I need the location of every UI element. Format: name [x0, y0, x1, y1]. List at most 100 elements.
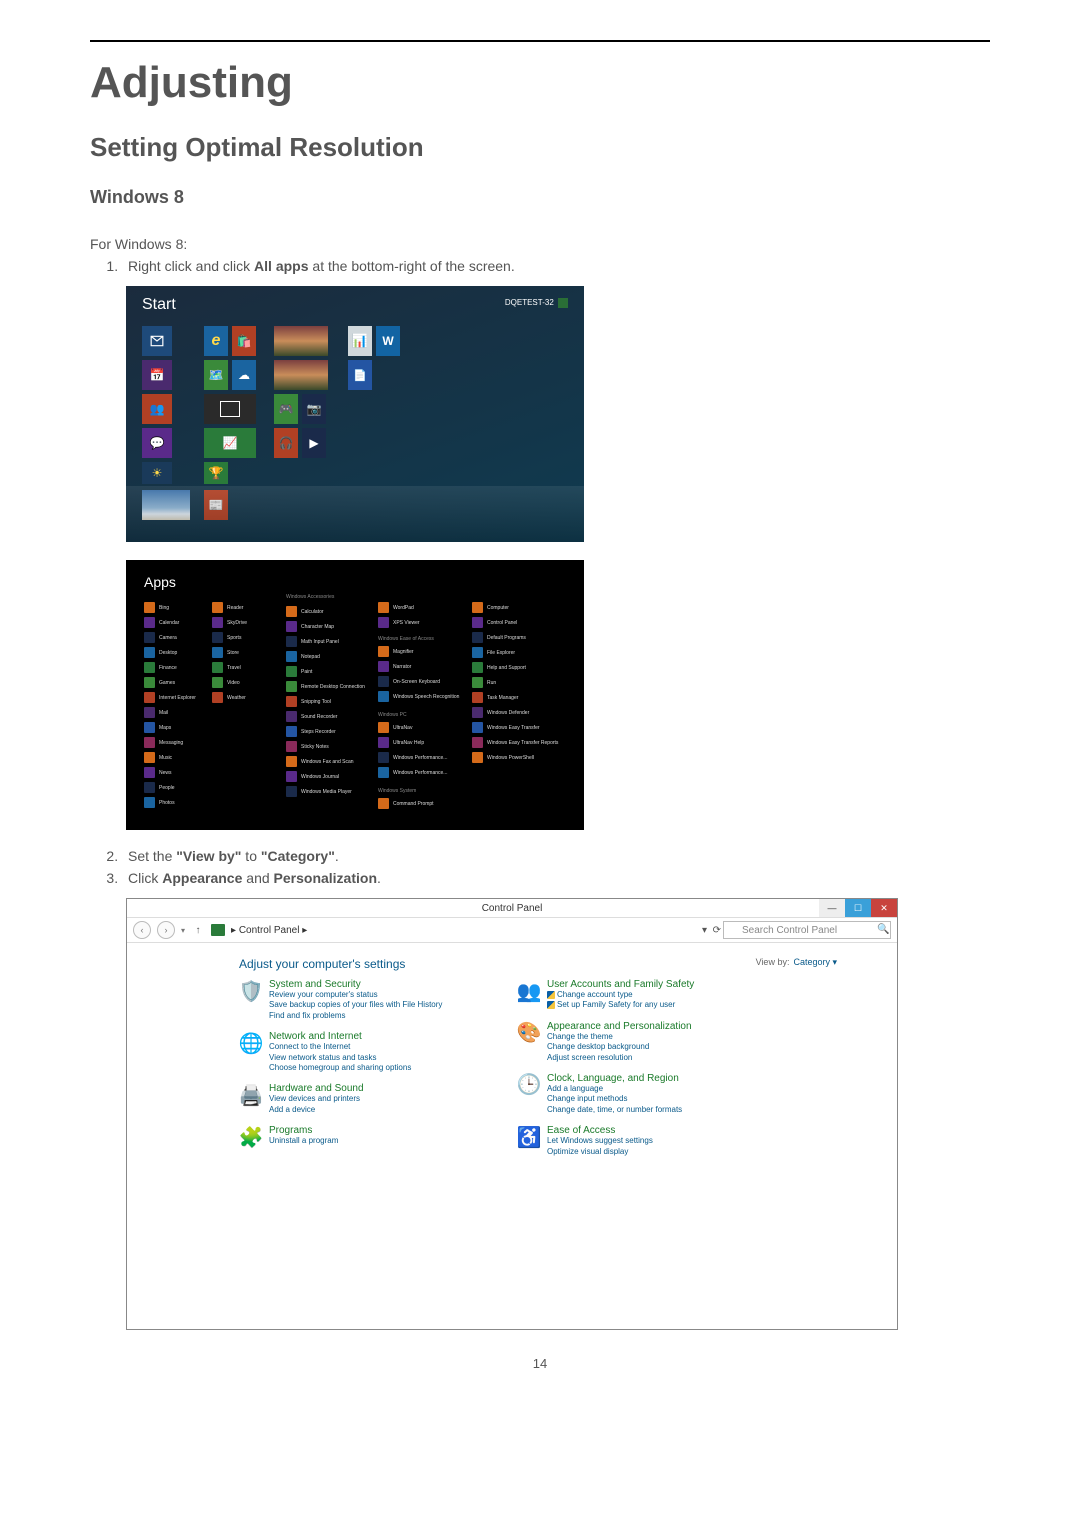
tile-maps[interactable]: 🗺️ — [204, 360, 228, 390]
tile-camera[interactable]: 📷 — [302, 394, 326, 424]
tile-finance[interactable]: 📈 — [204, 428, 256, 458]
app-item[interactable]: Maps — [144, 722, 171, 733]
search-icon[interactable]: 🔍 — [877, 924, 887, 934]
cp-category-link[interactable]: Add a device — [269, 1105, 364, 1115]
app-item[interactable]: On-Screen Keyboard — [378, 676, 440, 687]
search-input[interactable]: Search Control Panel — [723, 921, 891, 939]
app-item[interactable]: Character Map — [286, 621, 334, 632]
app-item[interactable]: Internet Explorer — [144, 692, 196, 703]
app-item[interactable]: Bing — [144, 602, 169, 613]
app-item[interactable]: Reader — [212, 602, 243, 613]
tile-weather[interactable]: ☀ — [142, 462, 172, 484]
cp-category-title[interactable]: Clock, Language, and Region — [547, 1073, 682, 1084]
app-item[interactable]: Control Panel — [472, 617, 517, 628]
cp-category-title[interactable]: System and Security — [269, 979, 442, 990]
cp-category-title[interactable]: Hardware and Sound — [269, 1083, 364, 1094]
app-item[interactable]: Notepad — [286, 651, 320, 662]
app-item[interactable]: Photos — [144, 797, 175, 808]
app-item[interactable]: Mail — [144, 707, 168, 718]
app-item[interactable]: Windows Journal — [286, 771, 339, 782]
cp-category-link[interactable]: Change account type — [547, 990, 694, 1000]
app-item[interactable]: Windows Fax and Scan — [286, 756, 354, 767]
cp-category-link[interactable]: Adjust screen resolution — [547, 1053, 692, 1063]
refresh-button[interactable]: ▾ ⟳ — [702, 925, 721, 936]
cp-category-title[interactable]: Programs — [269, 1125, 338, 1136]
cp-category-link[interactable]: Find and fix problems — [269, 1011, 442, 1021]
app-item[interactable]: File Explorer — [472, 647, 515, 658]
app-item[interactable]: Windows Defender — [472, 707, 529, 718]
app-item[interactable]: Narrator — [378, 661, 411, 672]
cp-category-title[interactable]: User Accounts and Family Safety — [547, 979, 694, 990]
app-item[interactable]: Windows Performance... — [378, 752, 447, 763]
app-item[interactable]: Snipping Tool — [286, 696, 331, 707]
nav-forward-button[interactable]: › — [157, 921, 175, 939]
cp-category-title[interactable]: Network and Internet — [269, 1031, 411, 1042]
nav-back-button[interactable]: ‹ — [133, 921, 151, 939]
app-item[interactable]: Weather — [212, 692, 246, 703]
app-item[interactable]: Calculator — [286, 606, 324, 617]
window-maximize-button[interactable]: ☐ — [845, 899, 871, 917]
app-item[interactable]: Desktop — [144, 647, 177, 658]
app-item[interactable]: Remote Desktop Connection — [286, 681, 365, 692]
tile-people[interactable]: 👥 — [142, 394, 172, 424]
cp-category-link[interactable]: Connect to the Internet — [269, 1042, 411, 1052]
tile-video[interactable]: ▶ — [302, 428, 326, 458]
tile-trophy[interactable]: 🏆 — [204, 462, 228, 484]
app-item[interactable]: UltraNav — [378, 722, 412, 733]
cp-category-link[interactable]: Review your computer's status — [269, 990, 442, 1000]
app-item[interactable]: Sports — [212, 632, 241, 643]
app-item[interactable]: Math Input Panel — [286, 636, 339, 647]
tile-skydrive[interactable]: ☁ — [232, 360, 256, 390]
app-item[interactable]: Store — [212, 647, 239, 658]
view-by-dropdown[interactable]: View by:Category ▾ — [756, 957, 837, 968]
app-item[interactable]: Help and Support — [472, 662, 526, 673]
app-item[interactable]: SkyDrive — [212, 617, 247, 628]
nav-up-button[interactable]: ↑ — [191, 923, 205, 937]
cp-category-title[interactable]: Appearance and Personalization — [547, 1021, 692, 1032]
app-item[interactable]: Windows Speech Recognition — [378, 691, 459, 702]
breadcrumb[interactable]: ▸ Control Panel ▸ — [231, 925, 307, 936]
tile-photos[interactable] — [274, 326, 328, 356]
tile-music[interactable]: 🎧 — [274, 428, 298, 458]
tile-desktop[interactable] — [204, 394, 256, 424]
cp-category-link[interactable]: Change date, time, or number formats — [547, 1105, 682, 1115]
app-item[interactable]: Travel — [212, 662, 241, 673]
cp-category-link[interactable]: View network status and tasks — [269, 1053, 411, 1063]
cp-category-link[interactable]: Optimize visual display — [547, 1147, 653, 1157]
app-item[interactable]: XPS Viewer — [378, 617, 420, 628]
app-item[interactable]: Computer — [472, 602, 509, 613]
cp-category-link[interactable]: Choose homegroup and sharing options — [269, 1063, 411, 1073]
cp-category-link[interactable]: Change input methods — [547, 1094, 682, 1104]
app-item[interactable]: Default Programs — [472, 632, 526, 643]
app-item[interactable]: Steps Recorder — [286, 726, 336, 737]
app-item[interactable]: Windows PowerShell — [472, 752, 534, 763]
app-item[interactable]: Task Manager — [472, 692, 518, 703]
app-item[interactable]: Finance — [144, 662, 177, 673]
cp-category-link[interactable]: Change desktop background — [547, 1042, 692, 1052]
window-minimize-button[interactable]: — — [819, 899, 845, 917]
tile-mail[interactable] — [142, 326, 172, 356]
tile-word[interactable]: W — [376, 326, 400, 356]
app-item[interactable]: UltraNav Help — [378, 737, 424, 748]
app-item[interactable]: Command Prompt — [378, 798, 434, 809]
tile-photos-2[interactable] — [274, 360, 328, 390]
cp-category-link[interactable]: Uninstall a program — [269, 1136, 338, 1146]
cp-category-link[interactable]: Save backup copies of your files with Fi… — [269, 1000, 442, 1010]
app-item[interactable]: Windows Easy Transfer Reports — [472, 737, 558, 748]
app-item[interactable]: Games — [144, 677, 175, 688]
app-item[interactable]: Windows Media Player — [286, 786, 352, 797]
cp-category-title[interactable]: Ease of Access — [547, 1125, 653, 1136]
cp-category-link[interactable]: Let Windows suggest settings — [547, 1136, 653, 1146]
tile-store[interactable]: 🛍️ — [232, 326, 256, 356]
app-item[interactable]: People — [144, 782, 175, 793]
app-item[interactable]: Music — [144, 752, 172, 763]
cp-category-link[interactable]: Add a language — [547, 1084, 682, 1094]
app-item[interactable]: Sticky Notes — [286, 741, 329, 752]
chevron-down-icon[interactable]: ▾ — [181, 926, 185, 935]
app-item[interactable]: Run — [472, 677, 496, 688]
app-item[interactable]: Windows Performance... — [378, 767, 447, 778]
app-item[interactable]: Windows Easy Transfer — [472, 722, 540, 733]
tile-calendar[interactable]: 📅 — [142, 360, 172, 390]
app-item[interactable]: Video — [212, 677, 240, 688]
tile-generic-blue[interactable]: 📄 — [348, 360, 372, 390]
